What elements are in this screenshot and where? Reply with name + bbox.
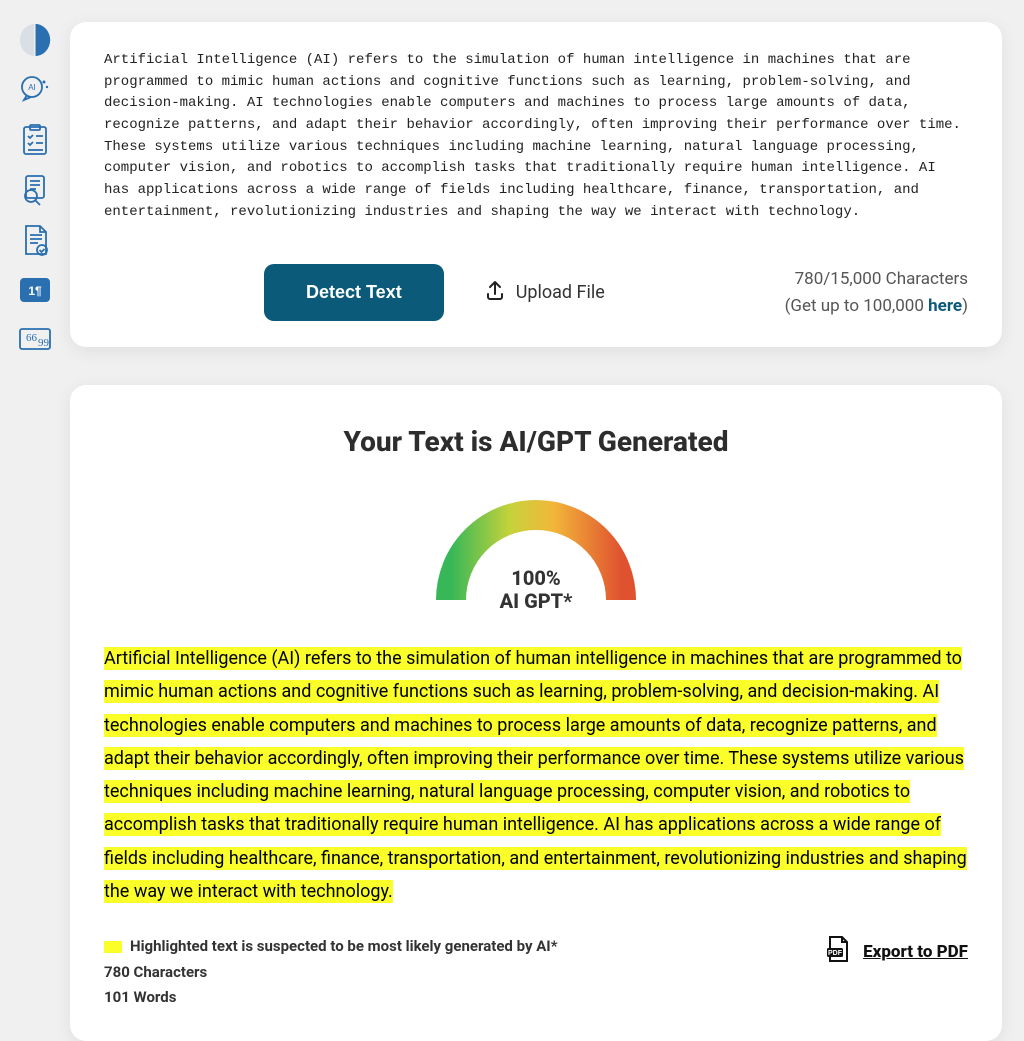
main-content: Artificial Intelligence (AI) refers to t… — [70, 0, 1024, 1024]
word-count: 101 Words — [104, 985, 793, 1011]
char-counter: 780/15,000 Characters (Get up to 100,000… — [785, 266, 968, 319]
highlighted-output: Artificial Intelligence (AI) refers to t… — [104, 642, 968, 908]
checklist-icon[interactable] — [16, 124, 54, 156]
sidebar: AI 1¶ — [0, 0, 70, 1024]
result-title: Your Text is AI/GPT Generated — [104, 425, 968, 458]
text-input[interactable]: Artificial Intelligence (AI) refers to t… — [104, 50, 968, 230]
legend-left: Highlighted text is suspected to be most… — [104, 934, 793, 1011]
legend-text: Highlighted text is suspected to be most… — [130, 937, 558, 955]
legend-row: Highlighted text is suspected to be most… — [104, 934, 968, 1011]
upsell-prefix: (Get up to 100,000 — [785, 296, 929, 316]
svg-text:99: 99 — [38, 337, 50, 349]
detect-text-button[interactable]: Detect Text — [264, 264, 444, 321]
char-count-text: 780/15,000 Characters — [785, 266, 968, 292]
export-label: Export to PDF — [863, 942, 968, 962]
gauge-percent: 100% — [426, 567, 646, 589]
search-doc-icon[interactable] — [16, 174, 54, 206]
gauge-label: 100% AI GPT* — [426, 567, 646, 612]
gauge-sublabel: AI GPT* — [426, 590, 646, 612]
highlighted-text: Artificial Intelligence (AI) refers to t… — [104, 647, 967, 903]
gauge: 100% AI GPT* — [426, 482, 646, 612]
svg-text:PDF: PDF — [828, 950, 843, 957]
doc-check-icon[interactable] — [16, 224, 54, 256]
char-count: 780 Characters — [104, 960, 793, 986]
action-row: Detect Text Upload File 780/15,000 Chara… — [104, 264, 968, 321]
brain-logo-icon[interactable] — [16, 24, 54, 56]
legend-note: Highlighted text is suspected to be most… — [104, 934, 793, 960]
svg-text:1¶: 1¶ — [28, 284, 42, 298]
svg-text:AI: AI — [28, 83, 36, 92]
export-pdf-button[interactable]: PDF Export to PDF — [823, 934, 968, 969]
svg-text:66: 66 — [26, 332, 38, 344]
upload-file-button[interactable]: Upload File — [484, 279, 605, 306]
upsell-suffix: ) — [962, 296, 968, 316]
word-count-icon[interactable]: 1¶ — [16, 274, 54, 306]
legend-swatch — [104, 941, 122, 953]
results-card: Your Text is AI/GPT Generated 100% AI GP… — [70, 385, 1002, 1041]
quote-icon[interactable]: 66 99 — [16, 324, 54, 356]
upload-icon — [484, 279, 506, 306]
input-card: Artificial Intelligence (AI) refers to t… — [70, 22, 1002, 347]
pdf-icon: PDF — [823, 934, 853, 969]
upsell-text: (Get up to 100,000 here) — [785, 293, 968, 319]
upload-label: Upload File — [516, 282, 605, 303]
ai-chat-icon[interactable]: AI — [16, 74, 54, 106]
upsell-link[interactable]: here — [928, 296, 962, 316]
